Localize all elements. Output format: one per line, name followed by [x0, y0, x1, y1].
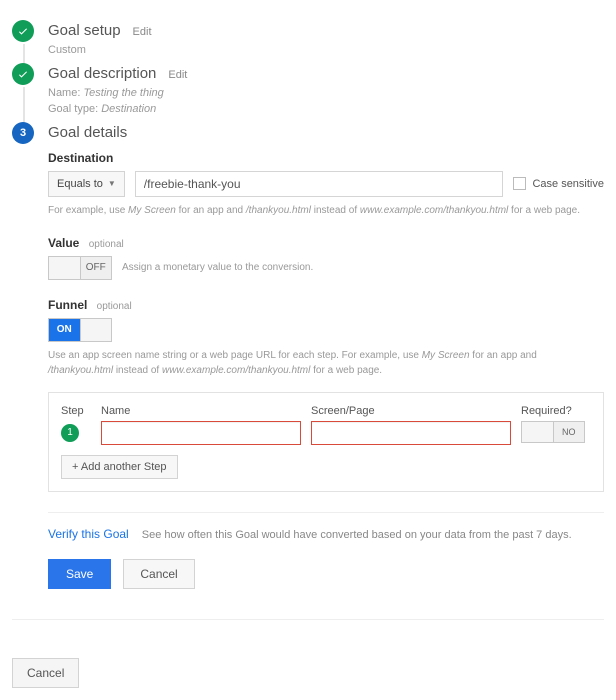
funnel-toggle[interactable]: ON — [48, 318, 112, 342]
step1-subtitle: Custom — [48, 42, 604, 59]
funnel-steps-panel: Step Name Screen/Page Required? 1 — [48, 392, 604, 492]
value-label: Value — [48, 236, 79, 250]
col-head-screen: Screen/Page — [311, 405, 511, 417]
match-type-select[interactable]: Equals to ▼ — [48, 171, 125, 197]
destination-url-input[interactable] — [135, 171, 504, 197]
case-sensitive-checkbox[interactable]: Case sensitive — [513, 177, 604, 190]
step3-number-icon: 3 — [12, 122, 34, 144]
col-head-name: Name — [101, 405, 301, 417]
funnel-label: Funnel — [48, 298, 87, 312]
step-name-input[interactable] — [101, 421, 301, 445]
step-required-toggle[interactable]: NO — [521, 421, 585, 443]
funnel-step-row: 1 NO — [61, 421, 591, 445]
step2-title: Goal description — [48, 65, 156, 82]
step1-check-icon — [12, 20, 34, 42]
col-head-required: Required? — [521, 405, 591, 417]
step-screen-input[interactable] — [311, 421, 511, 445]
step2-edit-link[interactable]: Edit — [168, 69, 187, 81]
value-toggle[interactable]: OFF — [48, 256, 112, 280]
funnel-help-text: Use an app screen name string or a web p… — [48, 348, 604, 378]
add-step-button[interactable]: + Add another Step — [61, 455, 178, 479]
step-number-badge: 1 — [61, 424, 79, 442]
funnel-optional-label: optional — [97, 301, 132, 312]
col-head-step: Step — [61, 405, 101, 417]
step1-title: Goal setup — [48, 22, 121, 39]
cancel-button[interactable]: Cancel — [123, 559, 194, 589]
footer-cancel-button[interactable]: Cancel — [12, 658, 79, 688]
destination-help-text: For example, use My Screen for an app an… — [48, 203, 604, 218]
step1-edit-link[interactable]: Edit — [133, 26, 152, 38]
verify-goal-link[interactable]: Verify this Goal — [48, 527, 129, 541]
step2-check-icon — [12, 63, 34, 85]
chevron-down-icon: ▼ — [108, 179, 116, 188]
save-button[interactable]: Save — [48, 559, 111, 589]
step2-subtitle: Name: Testing the thing Goal type: Desti… — [48, 85, 604, 118]
verify-help-text: See how often this Goal would have conve… — [142, 529, 572, 541]
step3-title: Goal details — [48, 124, 127, 141]
destination-label: Destination — [48, 151, 604, 165]
value-optional-label: optional — [89, 239, 124, 250]
value-help-text: Assign a monetary value to the conversio… — [122, 260, 313, 275]
